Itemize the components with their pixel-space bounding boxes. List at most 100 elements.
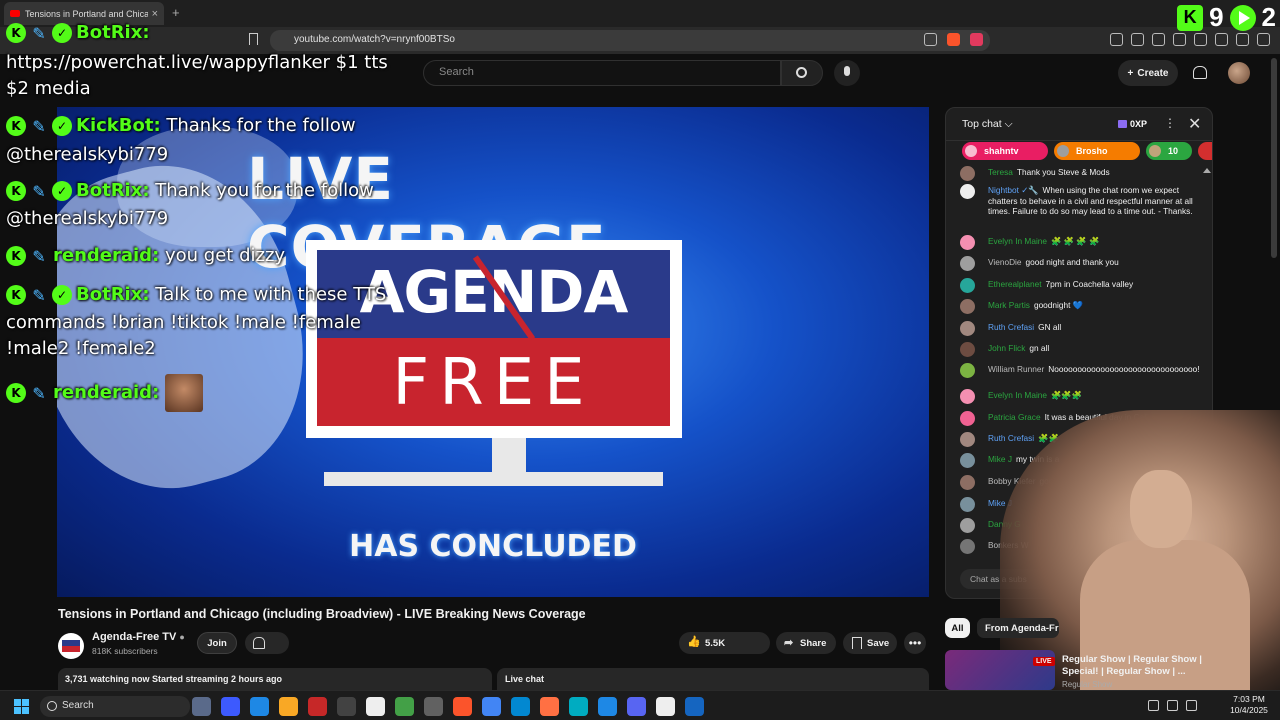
vpn-icon[interactable] — [1236, 33, 1249, 46]
tab-close-icon[interactable]: × — [152, 8, 158, 20]
app-icon[interactable] — [366, 697, 385, 716]
app-icon[interactable] — [221, 697, 240, 716]
chat-author-name[interactable]: VienoDie — [988, 257, 1022, 267]
chat-author-name[interactable]: John Flick — [988, 343, 1025, 353]
chat-author-avatar[interactable] — [960, 235, 975, 250]
chat-author-name[interactable]: Ruth Crefasi — [988, 322, 1034, 332]
brave-browser-icon[interactable] — [453, 697, 472, 716]
recommendation-thumbnail[interactable] — [945, 650, 1055, 690]
recommendation-title[interactable]: Regular Show | Regular Show | Special! |… — [1062, 654, 1202, 678]
share-button[interactable]: Share — [776, 632, 836, 654]
scroll-up-icon[interactable] — [1203, 168, 1211, 173]
chip-all[interactable]: All — [945, 618, 970, 638]
page-scrollbar[interactable] — [1271, 58, 1277, 258]
chat-author-avatar[interactable] — [960, 299, 975, 314]
chrome-icon[interactable] — [482, 697, 501, 716]
brave-shield-icon[interactable] — [947, 33, 960, 46]
microphone-icon[interactable] — [1167, 700, 1178, 711]
channel-avatar[interactable] — [58, 633, 84, 659]
chip-from-channel[interactable]: From Agenda-Fr — [977, 618, 1059, 638]
sidebar-icon[interactable] — [1173, 33, 1186, 46]
taskbar-clock[interactable]: 7:03 PM 10/4/2025 — [1226, 694, 1272, 716]
app-icon[interactable] — [308, 697, 327, 716]
notifications-icon[interactable] — [1193, 66, 1207, 79]
chat-author-name[interactable]: Mark Partis — [988, 300, 1030, 310]
tray-chevron-icon[interactable] — [1148, 700, 1159, 711]
ticker-item[interactable]: shahntv — [962, 142, 1048, 160]
app-icon[interactable] — [395, 697, 414, 716]
chat-menu-icon[interactable]: ⋮ — [1164, 116, 1176, 130]
chat-author-avatar[interactable] — [960, 453, 975, 468]
chat-author-avatar[interactable] — [960, 363, 975, 378]
file-explorer-icon[interactable] — [279, 697, 298, 716]
ticker-item[interactable] — [1198, 142, 1212, 160]
vscode-icon[interactable] — [598, 697, 617, 716]
search-input[interactable]: Search — [423, 60, 781, 86]
chat-author-name[interactable]: Nightbot ✓🔧 — [988, 185, 1039, 195]
app-icon[interactable] — [250, 697, 269, 716]
bookmark-icon[interactable] — [249, 33, 258, 45]
search-button[interactable] — [781, 60, 823, 86]
xp-badge[interactable]: 0XP — [1118, 119, 1147, 129]
chat-author-avatar[interactable] — [960, 184, 975, 199]
discord-icon[interactable] — [627, 697, 646, 716]
chat-author-name[interactable]: William Runner — [988, 364, 1044, 374]
app-icon[interactable] — [337, 697, 356, 716]
media-icon[interactable] — [1152, 33, 1165, 46]
more-actions-button[interactable]: ••• — [904, 632, 926, 654]
chat-author-avatar[interactable] — [960, 166, 975, 181]
ticker-item[interactable]: Brosho — [1054, 142, 1140, 160]
notification-bell-button[interactable] — [245, 632, 289, 654]
like-button[interactable]: 5.5K — [679, 632, 770, 654]
wallet-icon[interactable] — [1194, 33, 1207, 46]
chat-author-name[interactable]: Mike J — [988, 454, 1012, 464]
app-icon[interactable] — [192, 697, 211, 716]
new-tab-button[interactable]: + — [172, 5, 180, 20]
chat-author-name[interactable]: Etherealplanet — [988, 279, 1042, 289]
firefox-icon[interactable] — [540, 697, 559, 716]
address-bar[interactable]: youtube.com/watch?v=nrynf00BTSo — [270, 30, 990, 51]
channel-name[interactable]: Agenda-Free TV ● — [92, 631, 185, 643]
create-button[interactable]: + Create — [1118, 60, 1178, 86]
recommendation-channel[interactable]: Regular Show — [1062, 680, 1112, 689]
extensions-icon[interactable] — [1110, 33, 1123, 46]
chat-author-avatar[interactable] — [960, 321, 975, 336]
chat-author-avatar[interactable] — [960, 475, 975, 490]
screenshot-icon[interactable] — [1131, 33, 1144, 46]
chat-author-avatar[interactable] — [960, 518, 975, 533]
chat-author-avatar[interactable] — [960, 411, 975, 426]
volume-icon[interactable] — [1186, 700, 1197, 711]
ticker-item[interactable]: 10 — [1146, 142, 1192, 160]
user-avatar[interactable] — [1228, 62, 1250, 84]
app-icon[interactable] — [424, 697, 443, 716]
chat-author-avatar[interactable] — [960, 389, 975, 404]
close-chat-icon[interactable]: ✕ — [1188, 114, 1201, 134]
edge-icon[interactable] — [511, 697, 530, 716]
chat-author-name[interactable]: Teresa — [988, 167, 1013, 177]
chat-author-name[interactable]: Ruth Crefasi — [988, 433, 1034, 443]
chat-author-name[interactable]: Patricia Grace — [988, 412, 1041, 422]
save-button[interactable]: Save — [843, 632, 897, 654]
join-button[interactable]: Join — [197, 632, 237, 654]
menu-icon[interactable] — [1257, 33, 1270, 46]
chat-author-avatar[interactable] — [960, 256, 975, 271]
app-icon[interactable] — [569, 697, 588, 716]
chat-author-avatar[interactable] — [960, 278, 975, 293]
chat-author-avatar[interactable] — [960, 432, 975, 447]
voice-search-icon[interactable] — [834, 60, 860, 86]
app-icon[interactable] — [656, 697, 675, 716]
live-chat-replay-bar[interactable]: Live chat — [497, 668, 929, 690]
brave-rewards-icon[interactable] — [970, 33, 983, 46]
chat-author-avatar[interactable] — [960, 342, 975, 357]
chat-author-avatar[interactable] — [960, 497, 975, 512]
taskbar-search[interactable]: Search — [40, 696, 190, 717]
steam-icon[interactable] — [685, 697, 704, 716]
chat-author-name[interactable]: Evelyn In Maine — [988, 236, 1047, 246]
cast-icon[interactable] — [924, 33, 937, 46]
leo-icon[interactable] — [1215, 33, 1228, 46]
description-box[interactable]: 3,731 watching now Started streaming 2 h… — [58, 668, 492, 690]
chat-author-avatar[interactable] — [960, 539, 975, 554]
chat-author-name[interactable]: Evelyn In Maine — [988, 390, 1047, 400]
top-chat-dropdown[interactable]: Top chat ⌵ — [962, 118, 1013, 131]
windows-start-icon[interactable] — [14, 699, 29, 714]
